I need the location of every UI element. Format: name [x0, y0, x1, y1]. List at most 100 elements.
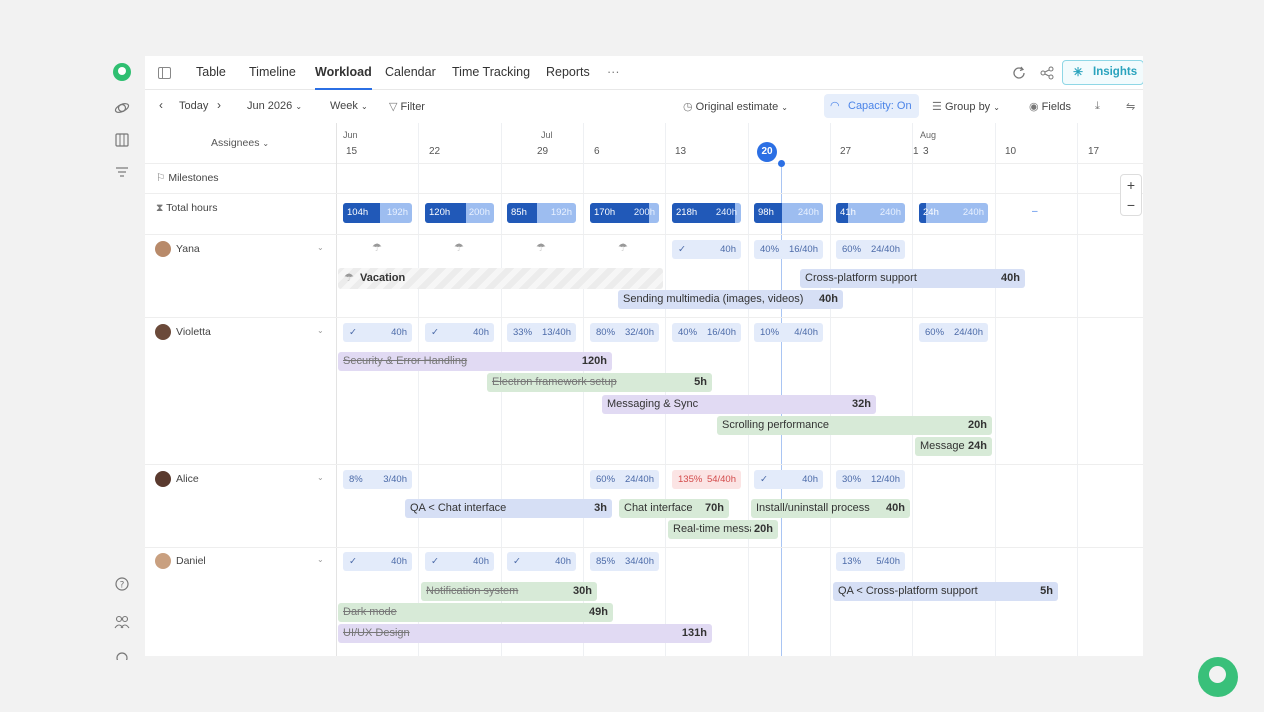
capacity-cell[interactable]: 13% 5/40h — [836, 552, 905, 571]
planet-icon[interactable] — [114, 100, 130, 121]
capacity-cell[interactable]: 40% 16/40h — [754, 240, 823, 259]
columns-icon[interactable] — [115, 133, 129, 152]
avatar — [155, 471, 171, 487]
fields-button[interactable]: ◉ Fields — [1029, 100, 1071, 113]
tab-reports[interactable]: Reports — [546, 65, 590, 90]
filter-button[interactable]: ▽ Filter — [389, 100, 425, 113]
sidebar-toggle-icon[interactable] — [158, 66, 171, 84]
assignees-sort[interactable]: Assignees ⌄ — [211, 137, 269, 149]
estimate-selector[interactable]: ◷ Original estimate ⌄ — [683, 100, 788, 113]
month-selector[interactable]: Jun 2026 ⌄ — [247, 100, 302, 112]
refresh-icon[interactable] — [1012, 66, 1026, 85]
total-bar[interactable]: 85h 192h — [507, 203, 576, 223]
adjust-icon[interactable]: ⇋ — [1126, 100, 1135, 113]
capacity-cell[interactable]: ✓ 40h — [343, 552, 412, 571]
total-bar[interactable]: 24h 240h — [919, 203, 988, 223]
capacity-cell[interactable]: 10% 4/40h — [754, 323, 823, 342]
total-bar[interactable]: 104h 192h — [343, 203, 412, 223]
capacity-cell[interactable]: 60% 24/40h — [836, 240, 905, 259]
zoom-control: + − — [1120, 174, 1142, 216]
capacity-cell[interactable]: 60% 24/40h — [919, 323, 988, 342]
row-separator — [145, 464, 1143, 465]
task-bar[interactable]: Install/uninstall process 40h — [751, 499, 910, 518]
total-bar[interactable]: 98h 240h — [754, 203, 823, 223]
capacity-cell[interactable]: ✓ 40h — [754, 470, 823, 489]
filter-list-icon[interactable] — [115, 165, 129, 183]
assignee-name[interactable]: Alice — [176, 473, 199, 485]
capacity-hours: 40h — [555, 556, 571, 567]
task-name: QA < Cross-platform support — [838, 585, 978, 597]
prev-arrow-icon[interactable]: ‹ — [159, 98, 163, 112]
more-tabs-button[interactable]: ··· — [607, 65, 620, 90]
task-bar[interactable]: Dark mode 49h — [338, 603, 613, 622]
task-bar[interactable]: Chat interface 70h — [619, 499, 729, 518]
capacity-cell[interactable]: 60% 24/40h — [590, 470, 659, 489]
share-icon[interactable] — [1040, 66, 1054, 85]
task-hours: 40h — [998, 269, 1020, 288]
download-icon[interactable]: ⤓ — [1095, 100, 1100, 113]
capacity-cell[interactable]: 85% 34/40h — [590, 552, 659, 571]
capacity-cell[interactable]: 8% 3/40h — [343, 470, 412, 489]
chevron-down-icon[interactable]: ⌄ — [317, 243, 324, 252]
task-bar[interactable]: Electron framework setup 5h — [487, 373, 712, 392]
zoom-in-button[interactable]: + — [1121, 175, 1141, 195]
task-bar[interactable]: QA < Cross-platform support 5h — [833, 582, 1058, 601]
capacity-cell[interactable]: 33% 13/40h — [507, 323, 576, 342]
capacity-cell[interactable]: ✓ 40h — [672, 240, 741, 259]
total-bar[interactable]: 120h 200h — [425, 203, 494, 223]
tab-timeline[interactable]: Timeline — [249, 65, 296, 90]
task-bar[interactable]: Message 24h — [915, 437, 992, 456]
tab-workload[interactable]: Workload — [315, 65, 372, 90]
capacity-cell[interactable]: ✓ 40h — [507, 552, 576, 571]
capacity-cell[interactable]: ✓ 40h — [425, 552, 494, 571]
app-logo-icon[interactable] — [113, 63, 131, 81]
settings-icon[interactable] — [115, 647, 129, 665]
tab-table[interactable]: Table — [196, 65, 226, 90]
total-bar[interactable]: 170h 200h — [590, 203, 659, 223]
task-bar[interactable]: Security & Error Handling 120h — [338, 352, 612, 371]
capacity-toggle[interactable]: ◠ Capacity: On — [824, 94, 919, 118]
chevron-down-icon[interactable]: ⌄ — [317, 473, 324, 482]
assignee-name[interactable]: Daniel — [176, 555, 206, 567]
chevron-down-icon[interactable]: ⌄ — [317, 326, 324, 335]
capacity-hours: 16/40h — [706, 327, 736, 338]
task-bar[interactable]: Notification system 30h — [421, 582, 597, 601]
total-used: 120h — [429, 207, 451, 218]
task-hours: 32h — [849, 395, 871, 414]
task-bar[interactable]: UI/UX Design 131h — [338, 624, 712, 643]
task-bar[interactable]: Messaging & Sync 32h — [602, 395, 876, 414]
vacation-bar[interactable]: ☂ Vacation — [338, 268, 663, 289]
range-selector[interactable]: Week ⌄ — [330, 100, 368, 112]
zoom-out-button[interactable]: − — [1121, 195, 1141, 215]
task-name: QA < Chat interface — [410, 502, 507, 514]
tab-calendar[interactable]: Calendar — [385, 65, 436, 90]
check-icon: ✓ — [431, 556, 439, 567]
chevron-down-icon[interactable]: ⌄ — [317, 555, 324, 564]
capacity-cell[interactable]: ✓ 40h — [343, 323, 412, 342]
capacity-cell[interactable]: ✓ 40h — [425, 323, 494, 342]
task-bar[interactable]: Real-time messa 20h — [668, 520, 778, 539]
help-icon[interactable]: ? — [115, 577, 129, 596]
next-arrow-icon[interactable]: › — [217, 98, 221, 112]
tab-time-tracking[interactable]: Time Tracking — [452, 65, 530, 90]
capacity-cell-overloaded[interactable]: 135% 54/40h — [672, 470, 741, 489]
capacity-cell[interactable]: 40% 16/40h — [672, 323, 741, 342]
assignee-name[interactable]: Violetta — [176, 326, 211, 338]
capacity-percent: 60% — [925, 327, 945, 338]
total-bar[interactable]: 218h 240h — [672, 203, 741, 223]
capacity-cell[interactable]: 80% 32/40h — [590, 323, 659, 342]
task-bar[interactable]: Scrolling performance 20h — [717, 416, 992, 435]
today-button[interactable]: Today — [179, 100, 208, 112]
capacity-cell[interactable]: 30% 12/40h — [836, 470, 905, 489]
task-bar[interactable]: Cross-platform support 40h — [800, 269, 1025, 288]
people-icon[interactable] — [114, 615, 130, 634]
grid-line — [830, 123, 831, 656]
total-hours-row: ⧗ Total hours — [156, 202, 217, 215]
assignee-name[interactable]: Yana — [176, 243, 200, 255]
assignees-label: Assignees — [211, 137, 260, 149]
task-bar[interactable]: Sending multimedia (images, videos) 40h — [618, 290, 843, 309]
group-by-button[interactable]: ☰ Group by ⌄ — [932, 100, 1000, 113]
insights-button[interactable]: ✳ Insights — [1062, 60, 1143, 85]
total-bar[interactable]: 41h 240h — [836, 203, 905, 223]
task-bar[interactable]: QA < Chat interface 3h — [405, 499, 612, 518]
